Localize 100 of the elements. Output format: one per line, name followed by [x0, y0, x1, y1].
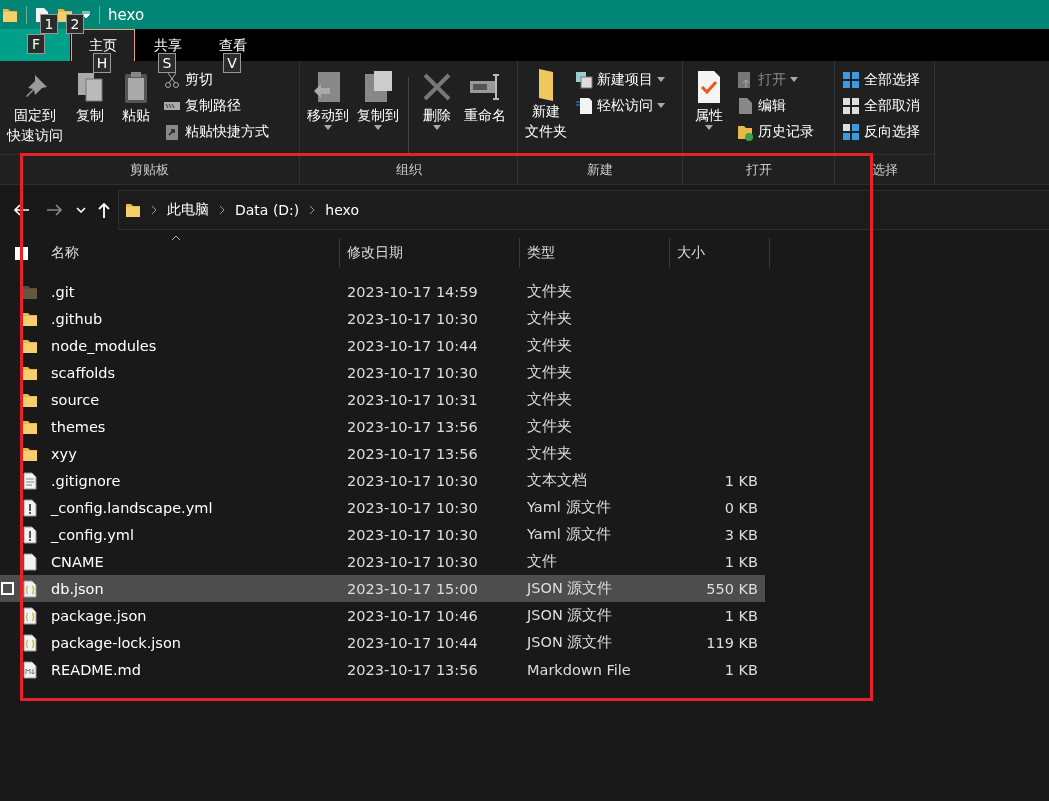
- up-arrow-icon: [98, 202, 110, 218]
- ribbon-button[interactable]: 历史记录: [733, 119, 817, 144]
- right-arrow-icon: [46, 204, 62, 216]
- modified-date: 2023-10-17 10:30: [346, 364, 479, 381]
- ribbon-button[interactable]: 编辑: [733, 93, 817, 118]
- ribbon-button[interactable]: 新建项目: [572, 67, 668, 92]
- file-name: node_modules: [50, 337, 158, 354]
- ribbon-button[interactable]: 复制路径: [160, 93, 272, 118]
- file-name: .gitignore: [50, 472, 122, 489]
- file-name: package-lock.json: [50, 634, 182, 651]
- file-row[interactable]: CNAME 2023-10-17 10:30 文件 1 KB: [0, 548, 765, 575]
- file-row[interactable]: source 2023-10-17 10:31 文件夹: [0, 386, 765, 413]
- chevron-down-icon: [76, 207, 86, 213]
- modified-date: 2023-10-17 10:30: [346, 310, 479, 327]
- file-row[interactable]: .git 2023-10-17 14:59 文件夹: [0, 278, 765, 305]
- folder-icon: [2, 6, 18, 23]
- file-row[interactable]: db.json 2023-10-17 15:00 JSON 源文件 550 KB: [0, 575, 765, 602]
- file-row[interactable]: README.md 2023-10-17 13:56 Markdown File 1 KB: [0, 656, 765, 683]
- ribbon-button[interactable]: 固定到 快速访问: [4, 65, 66, 149]
- file-row[interactable]: .gitignore 2023-10-17 10:30 文本文档 1 KB: [0, 467, 765, 494]
- invert-selection-icon: [842, 122, 860, 141]
- ribbon-button[interactable]: 全部选择: [839, 67, 923, 92]
- column-header[interactable]: 大小: [670, 238, 770, 268]
- file-name: source: [50, 391, 101, 408]
- file-row[interactable]: node_modules 2023-10-17 10:44 文件夹: [0, 332, 765, 359]
- ribbon-button[interactable]: 删除: [415, 65, 459, 134]
- file-size: 1 KB: [723, 661, 759, 678]
- file-row[interactable]: _config.yml 2023-10-17 10:30 Yaml 源文件 3 KB: [0, 521, 765, 548]
- keytip-tooltip: H: [93, 53, 111, 73]
- file-type: 文件夹: [526, 282, 573, 301]
- ribbon-button[interactable]: 反向选择: [839, 119, 923, 144]
- easy-access-icon: [575, 96, 593, 115]
- file-type: 文件夹: [526, 444, 573, 463]
- file-size: 3 KB: [723, 526, 759, 543]
- keytip-tooltip: V: [223, 53, 241, 73]
- modified-date: 2023-10-17 10:31: [346, 391, 479, 408]
- warning-file-icon: [22, 498, 38, 517]
- address-bar[interactable]: 此电脑 Data (D:) hexo: [118, 190, 1049, 230]
- file-name: scaffolds: [50, 364, 117, 381]
- ribbon-button[interactable]: 轻松访问: [572, 93, 668, 118]
- modified-date: 2023-10-17 10:30: [346, 526, 479, 543]
- column-header[interactable]: 修改日期: [340, 238, 520, 268]
- keytip-tooltip: 1: [40, 14, 58, 34]
- file-row[interactable]: themes 2023-10-17 13:56 文件夹: [0, 413, 765, 440]
- file-size: 550 KB: [705, 580, 759, 597]
- folder-icon: [22, 418, 38, 435]
- file-row[interactable]: package.json 2023-10-17 10:46 JSON 源文件 1 KB: [0, 602, 765, 629]
- file-row[interactable]: package-lock.json 2023-10-17 10:44 JSON 源文件 119 KB: [0, 629, 765, 656]
- file-size: 1 KB: [723, 607, 759, 624]
- text-file-icon: [22, 471, 38, 490]
- group-label: 组织: [300, 154, 517, 184]
- file-row[interactable]: .github 2023-10-17 10:30 文件夹: [0, 305, 765, 332]
- column-header[interactable]: 类型: [520, 238, 670, 268]
- modified-date: 2023-10-17 10:44: [346, 634, 479, 651]
- file-type: 文件: [526, 552, 558, 571]
- ribbon-button[interactable]: 粘贴快捷方式: [160, 119, 272, 144]
- file-name: themes: [50, 418, 107, 435]
- scissors-icon: [163, 70, 181, 89]
- file-name: _config.yml: [50, 526, 135, 543]
- folder-icon: [22, 283, 38, 300]
- braces-file-icon: [22, 579, 38, 598]
- caret-icon[interactable]: [81, 10, 91, 19]
- folder-icon: [22, 445, 38, 462]
- file-type: 文件夹: [526, 336, 573, 355]
- file-size: 1 KB: [723, 553, 759, 570]
- modified-date: 2023-10-17 10:30: [346, 472, 479, 489]
- file-row[interactable]: _config.landscape.yml 2023-10-17 10:30 Yaml 源文件 0 KB: [0, 494, 765, 521]
- row-checkbox[interactable]: [1, 582, 14, 595]
- modified-date: 2023-10-17 10:30: [346, 499, 479, 516]
- ribbon-button[interactable]: 复制到: [354, 65, 402, 134]
- file-type: 文本文档: [526, 471, 588, 490]
- file-type: Markdown File: [526, 661, 632, 678]
- file-row[interactable]: scaffolds 2023-10-17 10:30 文件夹: [0, 359, 765, 386]
- ribbon-button[interactable]: 粘贴: [114, 65, 158, 129]
- file-name: xyy: [50, 445, 78, 462]
- modified-date: 2023-10-17 10:46: [346, 607, 479, 624]
- ribbon-button[interactable]: 属性: [687, 65, 731, 134]
- breadcrumb-item[interactable]: hexo: [325, 202, 359, 218]
- group-label: 剪贴板: [0, 154, 299, 184]
- breadcrumb-item[interactable]: Data (D:): [235, 202, 300, 218]
- select-none-icon: [842, 96, 860, 115]
- ribbon-button[interactable]: 新建 文件夹: [522, 65, 570, 145]
- column-header[interactable]: 名称: [44, 238, 340, 268]
- ribbon-button[interactable]: 移动到: [304, 65, 352, 134]
- folder-icon: [22, 310, 38, 327]
- folder-icon: [125, 202, 141, 218]
- ribbon-button[interactable]: 全部取消: [839, 93, 923, 118]
- file-type: Yaml 源文件: [526, 498, 612, 517]
- ribbon-button[interactable]: 重命名: [461, 65, 509, 129]
- braces-file-icon: [22, 606, 38, 625]
- file-name: .github: [50, 310, 104, 327]
- file-name: db.json: [50, 580, 105, 597]
- shortcut-icon: [163, 122, 181, 141]
- modified-date: 2023-10-17 15:00: [346, 580, 479, 597]
- folder-icon: [539, 69, 553, 101]
- file-size: 1 KB: [723, 472, 759, 489]
- breadcrumb-item[interactable]: 此电脑: [167, 201, 209, 219]
- keytip-tooltip: F: [27, 34, 45, 54]
- file-row[interactable]: xyy 2023-10-17 13:56 文件夹: [0, 440, 765, 467]
- file-name: README.md: [50, 661, 142, 678]
